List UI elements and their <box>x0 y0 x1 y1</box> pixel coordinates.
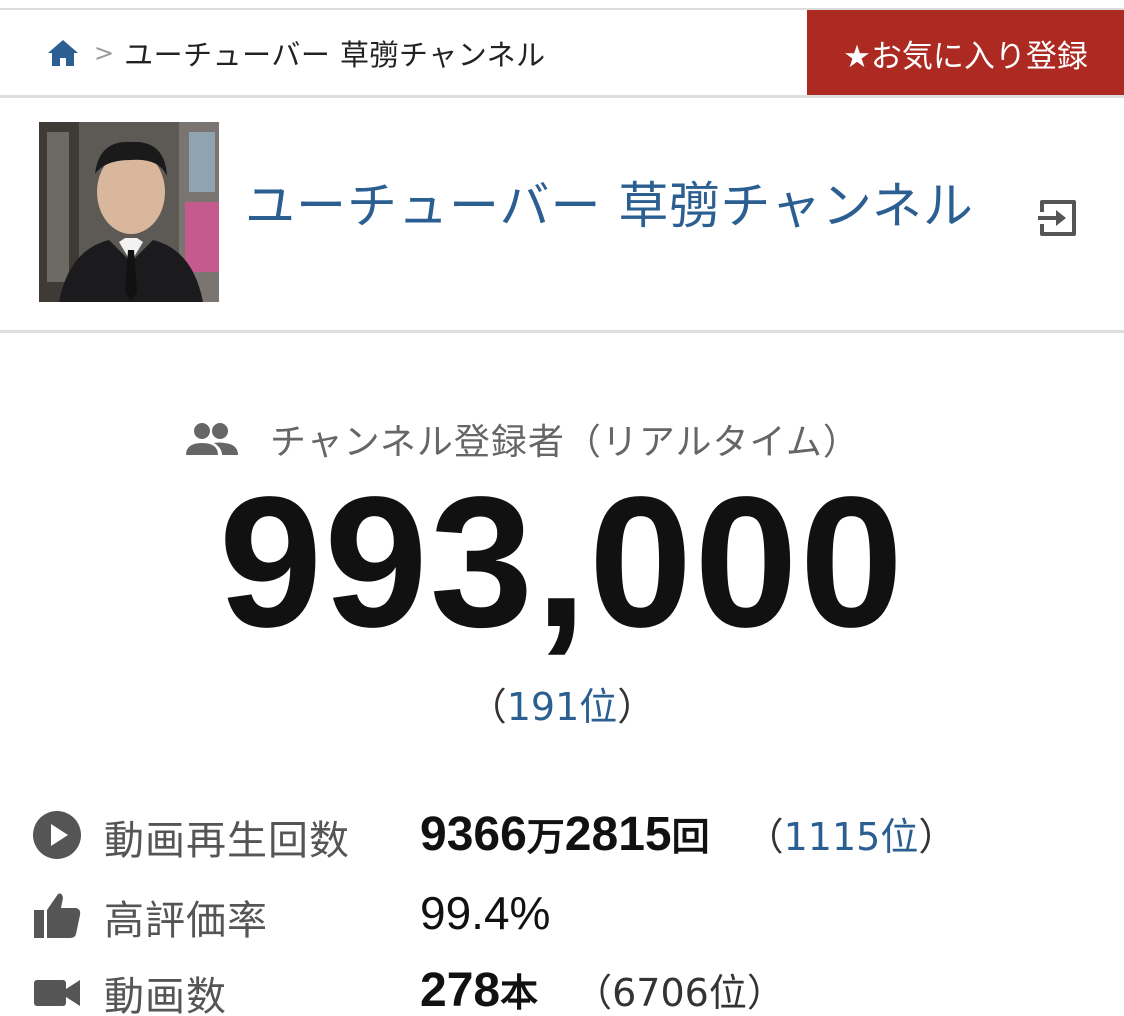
stat-row-views: 動画再生回数 9366万2815回 （1115位） <box>32 804 1124 864</box>
paren-open: （ <box>468 685 507 729</box>
views-value-b: 2815 <box>564 808 672 861</box>
play-icon <box>32 810 82 860</box>
people-icon <box>184 421 240 457</box>
views-value-a: 9366 <box>420 808 527 861</box>
videos-unit: 本 <box>500 971 539 1015</box>
thumbs-up-icon <box>32 890 82 940</box>
videos-value: 278 <box>420 964 501 1016</box>
home-icon[interactable] <box>46 38 82 68</box>
subscriber-label: チャンネル登録者（リアルタイム） <box>270 422 860 463</box>
breadcrumb: > ユーチューバー 草彅チャンネル <box>46 10 546 96</box>
divider <box>0 330 1124 333</box>
paren-close: ） <box>918 815 957 859</box>
stat-value: 278本 （6706位） <box>420 962 785 1016</box>
subscriber-rank-link[interactable]: 191位 <box>507 685 618 729</box>
views-rank-link[interactable]: 1115位 <box>784 815 919 859</box>
stat-value: 99.4% <box>420 886 550 940</box>
paren-open: （ <box>745 815 784 859</box>
channel-name-link[interactable]: ユーチューバー 草彅チャンネル <box>245 176 974 236</box>
stat-row-rating: 高評価率 99.4% <box>32 884 1124 944</box>
subscriber-count: 993,000 <box>218 459 906 666</box>
rating-value: 99.4% <box>420 887 551 939</box>
views-rank: （1115位） <box>746 815 957 859</box>
exit-icon[interactable] <box>1036 196 1080 240</box>
channel-header: ユーチューバー 草彅チャンネル <box>0 98 1124 332</box>
stat-label: 高評価率 <box>104 898 268 944</box>
stat-label: 動画再生回数 <box>104 818 350 864</box>
subscriber-label-row: チャンネル登録者（リアルタイム） <box>184 413 860 465</box>
avatar[interactable] <box>39 122 219 302</box>
video-camera-icon <box>32 966 82 1016</box>
views-unit-a: 万 <box>526 815 565 859</box>
videos-rank: （6706位） <box>574 971 785 1015</box>
breadcrumb-current: ユーチューバー 草彅チャンネル <box>124 38 546 72</box>
views-unit-b: 回 <box>671 815 710 859</box>
stat-value: 9366万2815回 （1115位） <box>420 806 956 862</box>
top-bar: > ユーチューバー 草彅チャンネル ★お気に入り登録 <box>0 10 1124 98</box>
breadcrumb-separator: > <box>94 39 115 67</box>
paren-close: ） <box>617 685 656 729</box>
subscriber-rank: （191位） <box>0 676 1124 731</box>
stat-row-videos: 動画数 278本 （6706位） <box>32 960 1124 1016</box>
stat-label: 動画数 <box>104 974 227 1016</box>
page: > ユーチューバー 草彅チャンネル ★お気に入り登録 ユーチューバー 草彅チャン… <box>0 0 1124 1016</box>
favorite-button[interactable]: ★お気に入り登録 <box>807 10 1124 97</box>
